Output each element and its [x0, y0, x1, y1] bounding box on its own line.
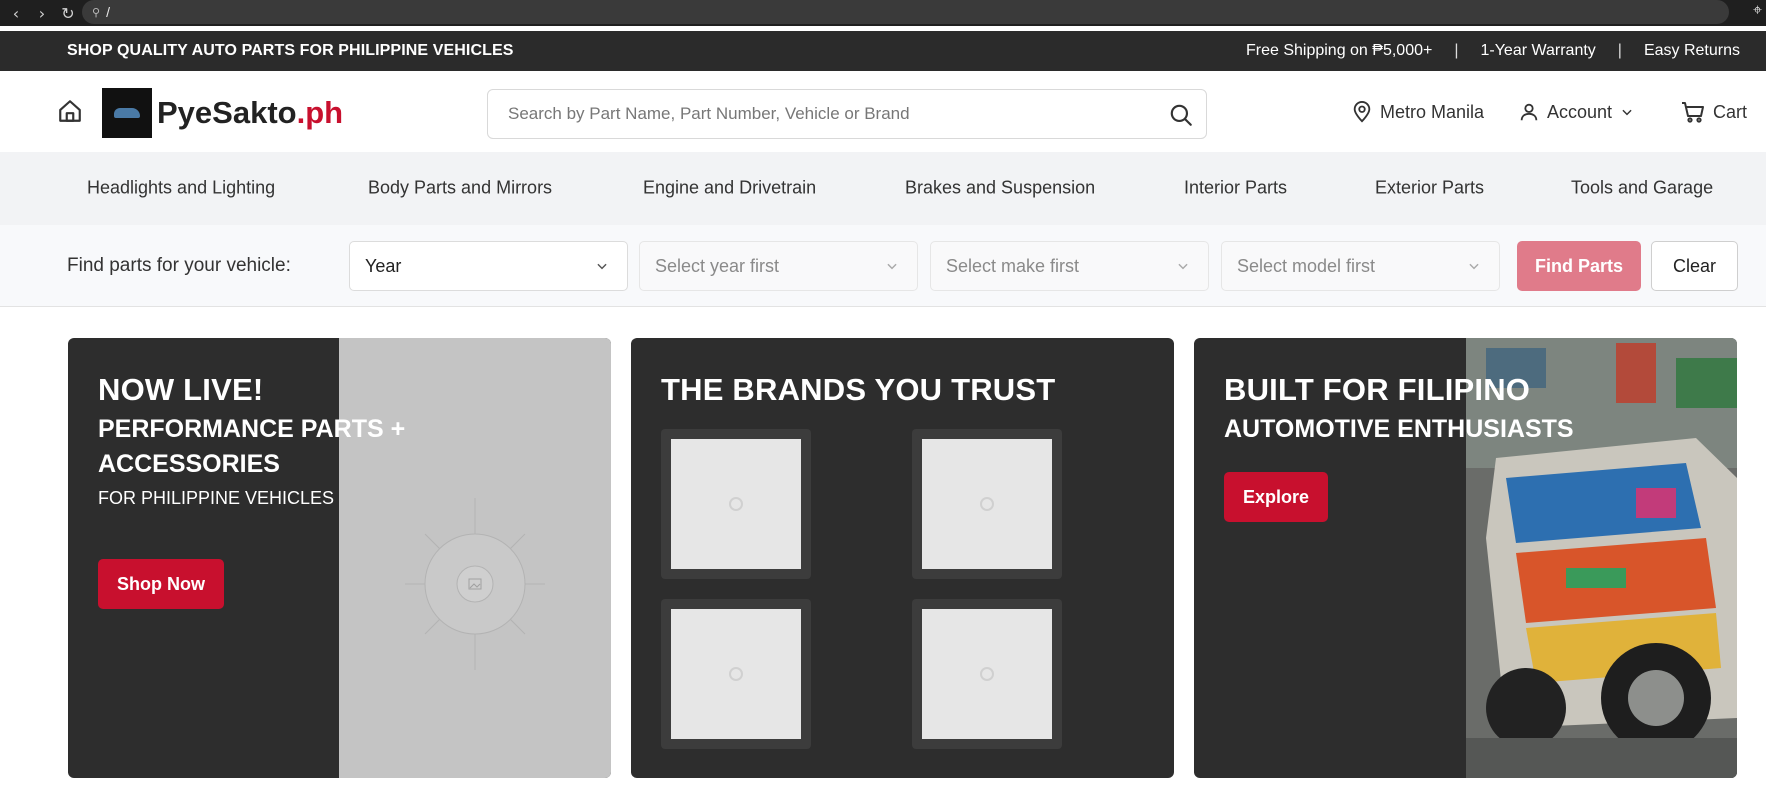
- logo-wordmark[interactable]: PyeSakto.ph: [157, 95, 343, 131]
- clear-button[interactable]: Clear: [1651, 241, 1738, 291]
- perk-free-shipping[interactable]: Free Shipping on ₱5,000+: [1246, 42, 1432, 60]
- extension-icon[interactable]: ⌖: [1753, 2, 1762, 20]
- perk-warranty[interactable]: 1-Year Warranty: [1480, 42, 1595, 60]
- explore-button[interactable]: Explore: [1224, 472, 1329, 522]
- account-label: Account: [1547, 101, 1613, 122]
- category-body-parts-mirrors[interactable]: Body Parts and Mirrors: [368, 178, 552, 199]
- category-nav: Headlights and Lighting Body Parts and M…: [0, 152, 1766, 225]
- back-icon[interactable]: ‹: [6, 4, 26, 23]
- search-input[interactable]: [508, 104, 1148, 124]
- category-headlights-lighting[interactable]: Headlights and Lighting: [87, 178, 275, 199]
- submodel-select[interactable]: Select model first: [1221, 241, 1500, 291]
- finder-label: Find parts for your vehicle:: [67, 255, 291, 276]
- model-select-value: Select make first: [946, 255, 1080, 276]
- brand-logo-tile[interactable]: [661, 429, 811, 579]
- location-label: Metro Manila: [1380, 101, 1485, 122]
- logo-suffix-text: .ph: [296, 95, 344, 130]
- promo-note: FOR PHILIPPINE VEHICLES: [98, 488, 335, 508]
- cart-link[interactable]: Cart: [1680, 100, 1747, 124]
- url-text: /: [106, 4, 110, 20]
- year-select[interactable]: Year: [349, 241, 628, 291]
- chevron-down-icon: [1469, 263, 1479, 270]
- make-select-value: Select year first: [655, 255, 780, 276]
- site-info-icon[interactable]: ⚲: [92, 6, 100, 19]
- brand-logo-placeholder: [922, 439, 1052, 569]
- forward-icon[interactable]: ›: [32, 4, 52, 23]
- perks-list: Free Shipping on ₱5,000+ | 1-Year Warran…: [1246, 42, 1740, 60]
- perk-separator: |: [1617, 42, 1622, 59]
- shop-now-button[interactable]: Shop Now: [98, 559, 224, 609]
- logo-car-icon: [114, 108, 140, 118]
- promo-subtitle: AUTOMOTIVE ENTHUSIASTS: [1224, 415, 1574, 443]
- category-exterior-parts[interactable]: Exterior Parts: [1375, 178, 1484, 199]
- model-select[interactable]: Select make first: [930, 241, 1209, 291]
- perk-easy-returns[interactable]: Easy Returns: [1644, 42, 1740, 60]
- category-engine-drivetrain[interactable]: Engine and Drivetrain: [643, 178, 816, 199]
- location-selector[interactable]: Metro Manila: [1351, 100, 1484, 124]
- promo-title: THE BRANDS YOU TRUST: [661, 372, 1056, 407]
- year-select-value: Year: [365, 255, 402, 276]
- submodel-select-value: Select model first: [1237, 255, 1376, 276]
- loading-spinner-icon: [729, 497, 743, 511]
- cart-icon: [1682, 102, 1704, 123]
- vehicle-finder: Find parts for your vehicle: Year Select…: [0, 225, 1766, 307]
- logo-image[interactable]: [102, 88, 152, 138]
- promo-subtitle: PERFORMANCE PARTS + ACCESSORIES: [98, 415, 406, 478]
- promo-card-performance[interactable]: NOW LIVE! PERFORMANCE PARTS + ACCESSORIE…: [68, 338, 611, 778]
- chevron-down-icon: [597, 263, 607, 270]
- loading-spinner-icon: [980, 667, 994, 681]
- promo-image-placeholder: [339, 338, 611, 778]
- loading-spinner-icon: [729, 667, 743, 681]
- category-brakes-suspension[interactable]: Brakes and Suspension: [905, 178, 1095, 199]
- site-header: PyeSakto.ph Metro Manila Account Cart: [0, 71, 1766, 152]
- user-icon: [1520, 103, 1538, 121]
- promo-title: BUILT FOR FILIPINO: [1224, 372, 1531, 407]
- brand-logo-tile[interactable]: [912, 429, 1062, 579]
- announcement-text: SHOP QUALITY AUTO PARTS FOR PHILIPPINE V…: [67, 42, 514, 59]
- search-bar: [487, 89, 1207, 139]
- loading-spinner-icon: [980, 497, 994, 511]
- brand-logo-placeholder: [922, 609, 1052, 739]
- chevron-down-icon: [1178, 263, 1188, 270]
- promo-title: NOW LIVE!: [98, 372, 264, 407]
- brand-logo-placeholder: [671, 439, 801, 569]
- make-select[interactable]: Select year first: [639, 241, 918, 291]
- address-bar[interactable]: ⚲ /: [82, 0, 1729, 24]
- category-interior-parts[interactable]: Interior Parts: [1184, 178, 1287, 199]
- search-icon[interactable]: [1168, 102, 1194, 128]
- chevron-down-icon: [887, 263, 897, 270]
- perk-separator: |: [1454, 42, 1459, 59]
- image-placeholder-icon: [405, 498, 545, 670]
- category-tools-garage[interactable]: Tools and Garage: [1571, 178, 1713, 199]
- account-menu[interactable]: Account: [1518, 100, 1641, 124]
- browser-chrome: ‹ › ↻ ⚲ / ⌖: [0, 0, 1766, 26]
- promo-card-filipino[interactable]: BUILT FOR FILIPINO AUTOMOTIVE ENTHUSIAST…: [1194, 338, 1737, 778]
- chevron-down-icon: [1622, 109, 1632, 116]
- home-icon[interactable]: [57, 98, 83, 124]
- logo-main-text: PyeSakto: [157, 95, 297, 130]
- announcement-bar: SHOP QUALITY AUTO PARTS FOR PHILIPPINE V…: [0, 31, 1766, 71]
- location-pin-icon: [1353, 101, 1371, 123]
- brand-logo-tile[interactable]: [912, 599, 1062, 749]
- brand-logo-placeholder: [671, 609, 801, 739]
- find-parts-button[interactable]: Find Parts: [1517, 241, 1641, 291]
- promo-card-brands[interactable]: THE BRANDS YOU TRUST: [631, 338, 1174, 778]
- reload-icon[interactable]: ↻: [58, 4, 78, 23]
- cart-label: Cart: [1713, 101, 1748, 122]
- brand-logo-tile[interactable]: [661, 599, 811, 749]
